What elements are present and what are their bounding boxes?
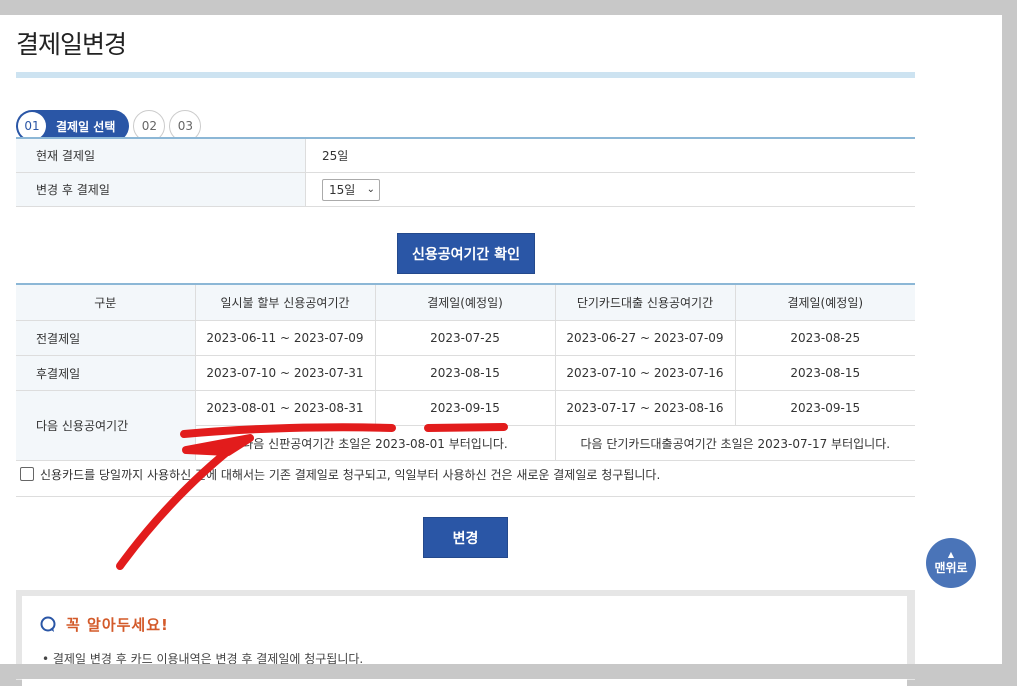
current-date-label: 현재 결제일 (16, 138, 306, 173)
agree-row: 신용카드를 당일까지 사용하신 건에 대해서는 기존 결제일로 청구되고, 익일… (16, 452, 915, 497)
change-button[interactable]: 변경 (423, 517, 508, 558)
col-header: 일시불 할부 신용공여기간 (194, 284, 375, 321)
scroll-top-button[interactable]: ▲ 맨위로 (926, 538, 976, 588)
scroll-top-label: 맨위로 (934, 560, 968, 575)
row-label: 다음 신용공여기간 (16, 390, 195, 461)
table-cell: 2023-08-15 (374, 355, 555, 391)
current-date-row: 현재 결제일 25일 (16, 138, 915, 173)
current-date-value: 25일 (305, 138, 915, 173)
check-credit-period-button[interactable]: 신용공여기간 확인 (397, 233, 535, 274)
agree-checkbox[interactable] (20, 467, 34, 481)
table-cell: 2023-07-10 ~ 2023-07-31 (194, 355, 375, 391)
table-cell: 2023-08-01 ~ 2023-08-31 (194, 390, 375, 426)
info-heading: 꼭 알아두세요! (66, 616, 169, 634)
col-header: 결제일(예정일) (374, 284, 555, 321)
new-date-row: 변경 후 결제일 15일 ⌄ (16, 172, 915, 207)
page-title: 결제일변경 (16, 30, 127, 59)
new-date-label: 변경 후 결제일 (16, 172, 306, 207)
col-header: 결제일(예정일) (734, 284, 915, 321)
table-header-row: 구분 일시불 할부 신용공여기간 결제일(예정일) 단기카드대출 신용공여기간 … (16, 284, 915, 321)
col-header: 단기카드대출 신용공여기간 (554, 284, 735, 321)
table-row: 다음 신용공여기간 2023-08-01 ~ 2023-08-31 2023-0… (16, 390, 915, 461)
table-cell: 2023-08-25 (734, 320, 915, 356)
table-cell: 2023-09-15 (374, 390, 555, 426)
table-cell: 2023-08-15 (734, 355, 915, 391)
table-cell: 2023-07-10 ~ 2023-07-16 (554, 355, 735, 391)
chevron-down-icon: ⌄ (366, 184, 375, 195)
step-1-label: 결제일 선택 (56, 119, 116, 134)
agree-text: 신용카드를 당일까지 사용하신 건에 대해서는 기존 결제일로 청구되고, 익일… (40, 467, 661, 482)
title-underline (16, 72, 915, 78)
table-cell: 2023-06-27 ~ 2023-07-09 (554, 320, 735, 356)
new-date-select[interactable]: 15일 ⌄ (322, 178, 380, 201)
payment-date-form: 현재 결제일 25일 변경 후 결제일 15일 ⌄ (16, 137, 915, 207)
table-row: 후결제일 2023-07-10 ~ 2023-07-31 2023-08-15 … (16, 355, 915, 391)
table-cell: 2023-07-25 (374, 320, 555, 356)
table-row: 전결제일 2023-06-11 ~ 2023-07-09 2023-07-25 … (16, 320, 915, 356)
step-1-number: 01 (18, 112, 46, 140)
table-cell: 2023-07-17 ~ 2023-08-16 (554, 390, 735, 426)
speech-bubble-icon (40, 616, 56, 632)
table-cell: 2023-06-11 ~ 2023-07-09 (194, 320, 375, 356)
row-label: 후결제일 (16, 355, 195, 391)
table-cell: 2023-09-15 (734, 390, 915, 426)
arrow-up-icon: ▲ (947, 549, 955, 559)
col-header: 구분 (16, 284, 195, 321)
window-bottom-edge (0, 664, 1017, 679)
new-date-select-value: 15일 (329, 183, 356, 197)
row-label: 전결제일 (16, 320, 195, 356)
credit-period-table: 구분 일시불 할부 신용공여기간 결제일(예정일) 단기카드대출 신용공여기간 … (16, 283, 915, 461)
